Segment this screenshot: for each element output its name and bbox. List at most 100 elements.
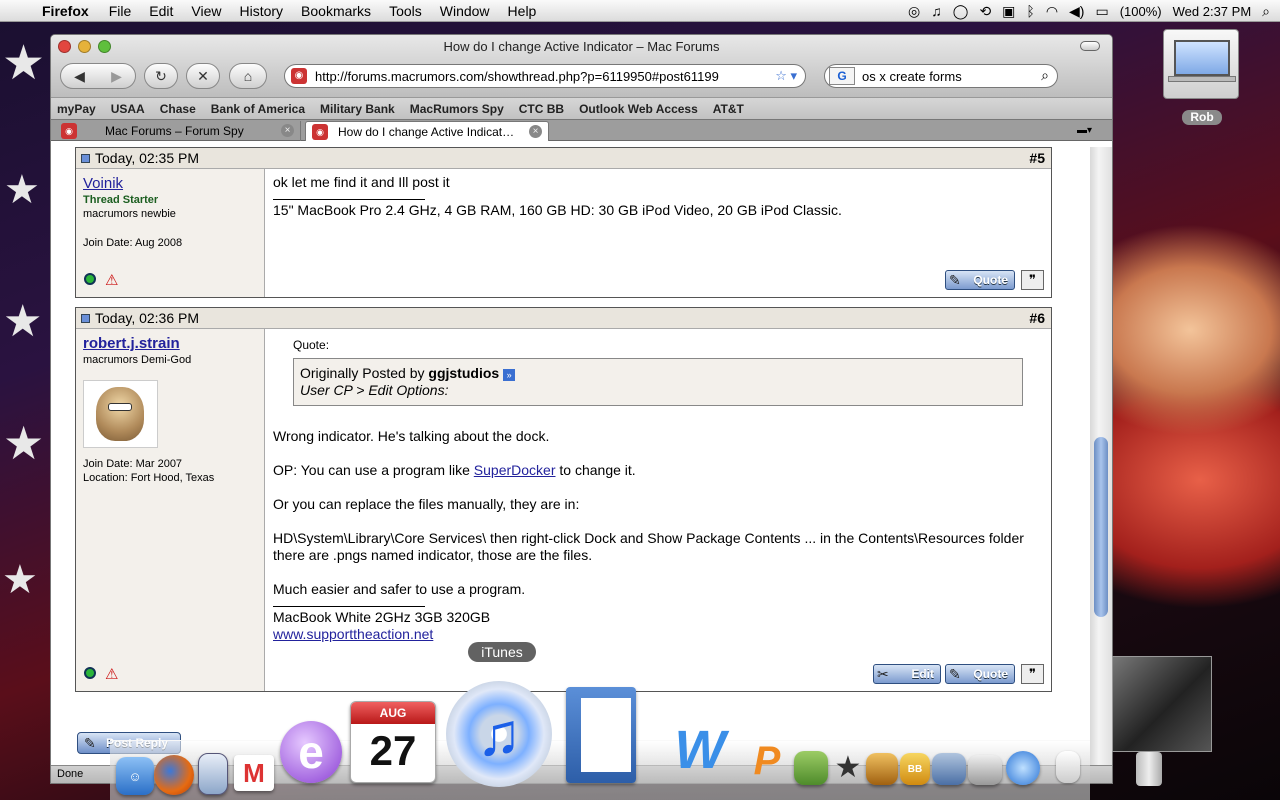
- trash-icon[interactable]: [1136, 752, 1162, 786]
- imovie-star-icon[interactable]: ★: [832, 751, 864, 784]
- url-bar[interactable]: ◉ http://forums.macrumors.com/showthread…: [284, 64, 806, 88]
- utility-icon[interactable]: [968, 755, 1002, 785]
- tab-active-indicator[interactable]: ◉ How do I change Active Indicat… ×: [305, 121, 549, 141]
- finder-icon[interactable]: ☺: [116, 757, 154, 795]
- tab-label: How do I change Active Indicat…: [338, 124, 515, 139]
- menu-edit[interactable]: Edit: [140, 3, 182, 19]
- bookmark-military-bank[interactable]: Military Bank: [320, 102, 395, 116]
- spotlight-icon[interactable]: ⌕: [1262, 3, 1270, 20]
- back-button[interactable]: ◀: [74, 68, 85, 85]
- itunes-icon[interactable]: ♫: [446, 681, 552, 787]
- menu-help[interactable]: Help: [499, 3, 546, 19]
- report-post-icon[interactable]: ⚠: [105, 665, 118, 683]
- menu-window[interactable]: Window: [431, 3, 499, 19]
- superdocker-link[interactable]: SuperDocker: [474, 462, 556, 478]
- stop-button[interactable]: ✕: [186, 63, 220, 89]
- vertical-scrollbar[interactable]: [1090, 147, 1112, 767]
- flag-star-icon: ★: [3, 297, 43, 346]
- forward-button[interactable]: ▶: [111, 68, 122, 85]
- bookmark-mypay[interactable]: myPay: [57, 102, 96, 116]
- sync-status-icon[interactable]: ◎: [908, 3, 920, 20]
- menu-bookmarks[interactable]: Bookmarks: [292, 3, 380, 19]
- username-link[interactable]: robert.j.strain: [83, 335, 257, 352]
- reload-button[interactable]: ↻: [144, 63, 178, 89]
- view-post-arrow-icon[interactable]: »: [503, 369, 516, 381]
- menu-history[interactable]: History: [230, 3, 292, 19]
- bbedit-icon[interactable]: BB: [900, 753, 930, 785]
- wifi-icon[interactable]: ◠: [1046, 3, 1058, 20]
- edit-button[interactable]: ✂ Edit: [873, 664, 941, 684]
- photo-app-icon[interactable]: [866, 753, 898, 785]
- signature-divider: [273, 606, 425, 607]
- search-engine-icon[interactable]: G: [829, 67, 855, 85]
- battery-icon[interactable]: ▭: [1095, 3, 1108, 20]
- rss-star-dropdown-icon[interactable]: ☆ ▾: [772, 68, 797, 84]
- quote-label: Quote:: [293, 338, 330, 352]
- quote-button[interactable]: ✎ Quote: [945, 270, 1015, 290]
- tab-close-icon[interactable]: ×: [281, 124, 294, 137]
- album-art-widget[interactable]: [1112, 656, 1212, 752]
- flag-star-icon: ★: [4, 168, 40, 212]
- username-link[interactable]: Voinik: [83, 175, 257, 192]
- bluetooth-icon[interactable]: ᛒ: [1026, 3, 1034, 19]
- toolbar-toggle-button[interactable]: [1080, 41, 1100, 51]
- home-button[interactable]: ⌂: [229, 63, 267, 89]
- quote-block: Quote: Originally Posted by ggjstudios »…: [293, 337, 1023, 406]
- user-avatar[interactable]: [83, 380, 158, 448]
- ical-icon[interactable]: AUG 27: [350, 701, 436, 783]
- signature-link[interactable]: www.supporttheaction.net: [273, 626, 433, 642]
- spaces-icon[interactable]: ▣: [1002, 3, 1015, 20]
- word-icon[interactable]: W: [664, 717, 736, 783]
- remote-desktop-icon[interactable]: [932, 753, 966, 785]
- documents-stack-icon[interactable]: [1056, 751, 1080, 783]
- chat-status-icon[interactable]: ◯: [953, 3, 969, 20]
- ichat-icon[interactable]: [1006, 751, 1040, 785]
- itunes-menu-icon[interactable]: ♫: [931, 3, 942, 19]
- post-number[interactable]: #5: [1029, 150, 1045, 166]
- menu-app-name[interactable]: Firefox: [40, 3, 100, 19]
- quote-prefix: Originally Posted by: [300, 365, 425, 381]
- tab-close-icon[interactable]: ×: [529, 125, 542, 138]
- multi-quote-icon[interactable]: ❞: [1021, 270, 1044, 290]
- bookmark-macrumors-spy[interactable]: MacRumors Spy: [410, 102, 504, 116]
- search-input[interactable]: os x create forms: [862, 69, 962, 84]
- iphoto-icon[interactable]: [794, 751, 828, 785]
- post-body: Quote: Originally Posted by ggjstudios »…: [265, 329, 1051, 691]
- search-icon[interactable]: ⌕: [1041, 67, 1049, 84]
- multi-quote-icon[interactable]: ❞: [1021, 664, 1044, 684]
- pages-document-icon: [581, 698, 631, 772]
- powerpoint-icon[interactable]: P: [744, 737, 790, 785]
- pages-icon[interactable]: [566, 687, 636, 783]
- back-forward-control: ◀ ▶: [60, 63, 136, 89]
- volume-icon[interactable]: ◀): [1069, 3, 1084, 20]
- menu-view[interactable]: View: [182, 3, 230, 19]
- menu-file[interactable]: File: [100, 3, 141, 19]
- post-number[interactable]: #6: [1029, 310, 1045, 326]
- editor-e-icon[interactable]: e: [280, 721, 342, 783]
- bookmark-usaa[interactable]: USAA: [111, 102, 145, 116]
- bookmark-ctc-bb[interactable]: CTC BB: [519, 102, 564, 116]
- bookmark-att[interactable]: AT&T: [713, 102, 744, 116]
- post-paragraph: Much easier and safer to use a program.: [273, 581, 526, 597]
- post-body: ok let me find it and Ill post it 15" Ma…: [265, 169, 1051, 297]
- tab-list-icon[interactable]: ▬▾: [1077, 125, 1092, 136]
- bookmark-outlook[interactable]: Outlook Web Access: [579, 102, 698, 116]
- search-bar[interactable]: G os x create forms ⌕: [824, 64, 1058, 88]
- report-post-icon[interactable]: ⚠: [105, 271, 118, 289]
- battery-percent: (100%): [1119, 3, 1162, 19]
- tab-forum-spy[interactable]: ◉ Mac Forums – Forum Spy ×: [55, 121, 301, 141]
- menubar-clock[interactable]: Wed 2:37 PM: [1173, 4, 1252, 19]
- quote-pencil-icon: ✎: [949, 272, 961, 288]
- preview-icon[interactable]: [198, 753, 228, 795]
- firefox-icon[interactable]: [154, 755, 194, 795]
- scrollbar-thumb[interactable]: [1094, 437, 1108, 617]
- bookmark-chase[interactable]: Chase: [160, 102, 196, 116]
- post-paragraph: Wrong indicator. He's talking about the …: [273, 428, 550, 444]
- drive-icon[interactable]: [1163, 29, 1239, 99]
- time-machine-icon[interactable]: ⟲: [979, 3, 991, 20]
- bookmark-bank-of-america[interactable]: Bank of America: [211, 102, 305, 116]
- menu-tools[interactable]: Tools: [380, 3, 431, 19]
- gmail-icon[interactable]: M: [234, 755, 274, 791]
- quote-button[interactable]: ✎ Quote: [945, 664, 1015, 684]
- signature-text: MacBook White 2GHz 3GB 320GB: [273, 609, 491, 625]
